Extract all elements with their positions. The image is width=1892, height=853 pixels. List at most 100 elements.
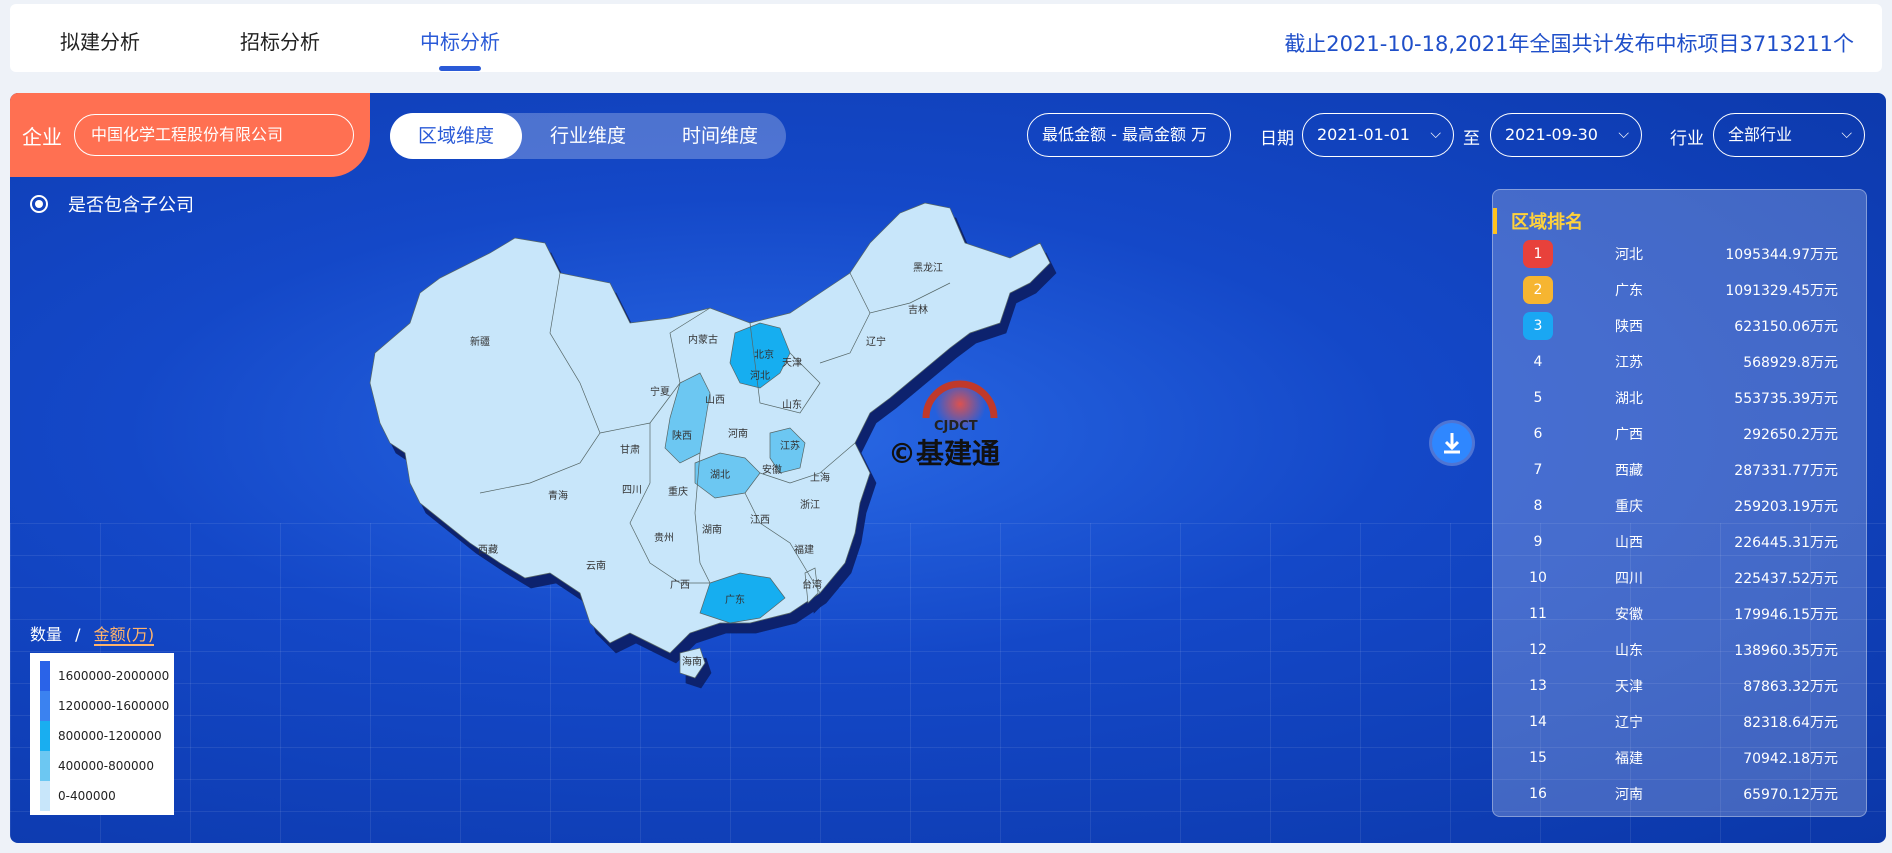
date-from-value: 2021-01-01: [1317, 125, 1410, 144]
company-label: 企业: [22, 125, 62, 149]
province-label: 浙江: [800, 499, 820, 511]
rank-number: 12: [1529, 642, 1547, 658]
province-label: 宁夏: [650, 385, 670, 398]
rank-region-name: 西藏: [1615, 463, 1643, 479]
province-label: 天津: [782, 357, 802, 369]
chevron-down-icon: ⌵: [1430, 126, 1441, 142]
tab-proposed-analysis[interactable]: 拟建分析: [60, 26, 140, 55]
legend-range: 0-400000: [58, 789, 116, 803]
map-legend: 1600000-2000000 1200000-1600000 800000-1…: [30, 653, 174, 815]
rank-number: 1: [1523, 240, 1553, 268]
ranking-row: 9 山西 226445.31万元: [1493, 528, 1866, 558]
legend-range: 400000-800000: [58, 759, 154, 773]
company-filter: 企业 中国化学工程股份有限公司: [10, 93, 370, 177]
ranking-row: 5 湖北 553735.39万元: [1493, 384, 1866, 414]
rank-amount: 1091329.45万元: [1725, 283, 1838, 299]
rank-region-name: 广西: [1615, 427, 1643, 443]
ranking-row: 4 江苏 568929.8万元: [1493, 348, 1866, 378]
rank-number: 8: [1533, 498, 1543, 514]
amount-range-text: 最低金额 - 最高金额 万: [1042, 125, 1208, 144]
region-ranking-panel: 区域排名 1 河北 1095344.97万元 2 广东 1091329.45万元 3 陕西 62…: [1492, 189, 1867, 817]
ranking-row: 2 广东 1091329.45万元: [1493, 276, 1866, 306]
radio-icon[interactable]: [30, 195, 48, 213]
rank-region-name: 陕西: [1615, 319, 1643, 335]
rank-number: 7: [1533, 462, 1543, 478]
ranking-row: 12 山东 138960.35万元: [1493, 636, 1866, 666]
company-input[interactable]: 中国化学工程股份有限公司: [74, 114, 354, 156]
province-label: 安徽: [762, 463, 782, 476]
rank-amount: 225437.52万元: [1734, 571, 1838, 587]
chevron-down-icon: ⌵: [1618, 126, 1629, 142]
legend-count-option[interactable]: 数量: [30, 625, 62, 644]
tab-industry-dimension[interactable]: 行业维度: [522, 113, 654, 159]
province-label: 吉林: [908, 303, 928, 316]
province-label: 湖北: [710, 469, 730, 481]
rank-amount: 623150.06万元: [1734, 319, 1838, 335]
ranking-row: 6 广西 292650.2万元: [1493, 420, 1866, 450]
rank-region-name: 四川: [1615, 571, 1643, 587]
tab-award-analysis[interactable]: 中标分析: [420, 26, 500, 55]
legend-swatch: [40, 781, 50, 811]
ranking-row: 16 河南 65970.12万元: [1493, 780, 1866, 810]
amount-range-input[interactable]: 最低金额 - 最高金额 万: [1027, 113, 1231, 157]
rank-number: 14: [1529, 714, 1547, 730]
ranking-row: 15 福建 70942.18万元: [1493, 744, 1866, 774]
date-from-select[interactable]: 2021-01-01 ⌵: [1302, 113, 1454, 157]
analysis-panel: 企业 中国化学工程股份有限公司 区域维度 行业维度 时间维度 最低金额 - 最高…: [10, 93, 1886, 843]
legend-swatch: [40, 751, 50, 781]
province-label: 内蒙古: [688, 333, 718, 346]
province-label: 黑龙江: [913, 261, 943, 274]
rank-region-name: 山西: [1615, 535, 1643, 551]
to-label: 至: [1463, 129, 1480, 149]
province-label: 台湾: [802, 578, 822, 591]
ranking-row: 1 河北 1095344.97万元: [1493, 240, 1866, 270]
rank-number: 3: [1523, 312, 1553, 340]
legend-range: 1200000-1600000: [58, 699, 170, 713]
province-label: 新疆: [470, 335, 490, 348]
province-label: 河南: [728, 427, 748, 440]
ranking-row: 8 重庆 259203.19万元: [1493, 492, 1866, 522]
rank-amount: 1095344.97万元: [1725, 247, 1838, 263]
watermark-logo: CJDCT ©基建通: [888, 378, 1000, 468]
province-label: 广西: [670, 579, 690, 591]
rank-number: 2: [1523, 276, 1553, 304]
rank-amount: 87863.32万元: [1743, 679, 1838, 695]
tab-tender-analysis[interactable]: 招标分析: [240, 26, 320, 55]
include-subsidiaries-toggle[interactable]: 是否包含子公司: [30, 191, 194, 217]
top-nav: 拟建分析 招标分析 中标分析 截止2021-10-18,2021年全国共计发布中…: [10, 4, 1882, 72]
ranking-row: 7 西藏 287331.77万元: [1493, 456, 1866, 486]
province-label: 云南: [586, 559, 606, 572]
industry-label: 行业: [1670, 129, 1704, 149]
province-label: 四川: [622, 485, 642, 496]
date-to-value: 2021-09-30: [1505, 125, 1598, 144]
rank-amount: 568929.8万元: [1743, 355, 1838, 371]
rank-region-name: 安徽: [1615, 607, 1643, 623]
industry-select[interactable]: 全部行业 ⌵: [1713, 113, 1865, 157]
legend-swatch: [40, 691, 50, 721]
rank-number: 6: [1533, 426, 1543, 442]
include-subsidiaries-label: 是否包含子公司: [68, 195, 194, 216]
rank-amount: 70942.18万元: [1743, 751, 1838, 767]
rank-number: 13: [1529, 678, 1547, 694]
rank-region-name: 辽宁: [1615, 715, 1643, 731]
rank-amount: 292650.2万元: [1743, 427, 1838, 443]
rank-region-name: 天津: [1615, 679, 1643, 695]
province-label: 河北: [750, 370, 770, 382]
dimension-switch: 区域维度 行业维度 时间维度: [390, 113, 786, 159]
legend-amount-option[interactable]: 金额(万): [93, 625, 155, 646]
rank-amount: 179946.15万元: [1734, 607, 1838, 623]
province-label: 山东: [782, 398, 802, 411]
rank-amount: 553735.39万元: [1734, 391, 1838, 407]
province-label: 湖南: [702, 523, 722, 536]
date-label: 日期: [1260, 129, 1294, 149]
rank-region-name: 重庆: [1615, 499, 1643, 515]
tab-region-dimension[interactable]: 区域维度: [390, 113, 522, 159]
download-button[interactable]: [1432, 423, 1472, 463]
tab-time-dimension[interactable]: 时间维度: [654, 113, 786, 159]
ranking-row: 3 陕西 623150.06万元: [1493, 312, 1866, 342]
date-to-select[interactable]: 2021-09-30 ⌵: [1490, 113, 1642, 157]
rank-number: 5: [1533, 390, 1543, 406]
rank-amount: 259203.19万元: [1734, 499, 1838, 515]
legend-range: 800000-1200000: [58, 729, 162, 743]
province-label: 福建: [794, 543, 814, 556]
